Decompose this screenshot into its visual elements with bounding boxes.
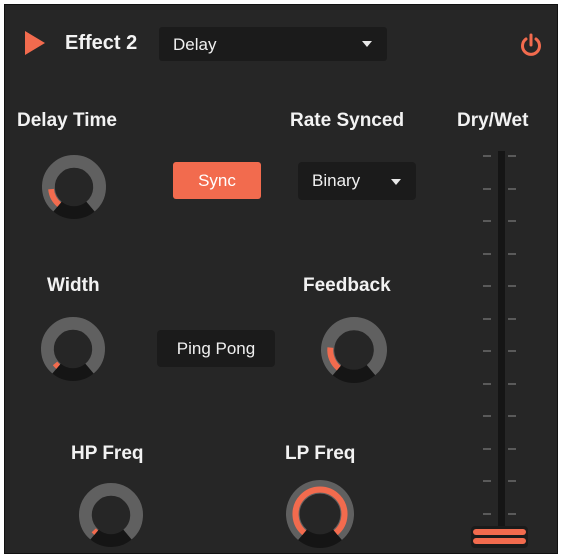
slider-tick [483, 415, 491, 417]
slider-tick [483, 285, 491, 287]
knob-notch [53, 201, 95, 219]
slider-track [498, 151, 505, 531]
slider-handle[interactable] [471, 526, 528, 548]
knob-notch [52, 363, 94, 381]
knob-value-arc [91, 528, 99, 535]
slider-tick [508, 155, 516, 157]
knob-notch [90, 529, 132, 547]
slider-tick [508, 350, 516, 352]
knob-notch [298, 529, 342, 548]
lp-freq-label: LP Freq [285, 443, 356, 464]
dry-wet-slider[interactable] [467, 145, 537, 550]
dry-wet-label: Dry/Wet [457, 110, 529, 131]
slider-tick [508, 415, 516, 417]
slider-tick [508, 220, 516, 222]
effect-type-select[interactable]: Delay [159, 27, 387, 61]
lp-freq-knob[interactable] [286, 480, 354, 548]
delay-time-label: Delay Time [17, 110, 117, 131]
slider-tick [508, 187, 516, 190]
feedback-knob[interactable] [321, 317, 387, 383]
knob-value-arc [52, 361, 61, 369]
width-knob[interactable] [41, 317, 105, 381]
rate-synced-label: Rate Synced [290, 110, 405, 131]
ping-pong-button[interactable]: Ping Pong [157, 330, 275, 367]
sync-button[interactable]: Sync [173, 162, 261, 199]
effect-type-value: Delay [173, 35, 217, 54]
knob-track [79, 483, 143, 540]
slider-tick [483, 480, 491, 482]
slider-tick [508, 285, 516, 287]
feedback-label: Feedback [303, 275, 391, 296]
knob-notch [332, 364, 376, 383]
slider-tick [508, 252, 516, 255]
effect-panel: Effect 2 Delay Delay Time Sync Rate Sync… [4, 4, 558, 554]
effect-title: Effect 2 [65, 32, 138, 54]
hp-freq-knob[interactable] [79, 483, 143, 547]
width-label: Width [47, 275, 100, 296]
rate-synced-value: Binary [312, 171, 361, 190]
slider-tick [483, 350, 491, 352]
slider-tick [508, 447, 516, 450]
slider-tick [483, 220, 491, 222]
chevron-down-icon [391, 179, 401, 185]
slider-tick [508, 317, 516, 320]
slider-tick [483, 382, 491, 385]
slider-tick [483, 187, 491, 190]
chevron-down-icon [362, 41, 372, 47]
rate-synced-select[interactable]: Binary [298, 162, 416, 200]
slider-tick [508, 480, 516, 482]
hp-freq-label: HP Freq [71, 443, 144, 464]
slider-tick [483, 512, 491, 515]
expand-arrow-icon[interactable] [25, 31, 45, 55]
knob-track [41, 317, 105, 374]
slider-tick [483, 252, 491, 255]
slider-tick [508, 382, 516, 385]
slider-tick [483, 155, 491, 157]
slider-tick [508, 512, 516, 515]
power-icon[interactable] [519, 33, 543, 57]
slider-tick [483, 447, 491, 450]
delay-time-knob[interactable] [42, 155, 106, 219]
slider-tick [483, 317, 491, 320]
